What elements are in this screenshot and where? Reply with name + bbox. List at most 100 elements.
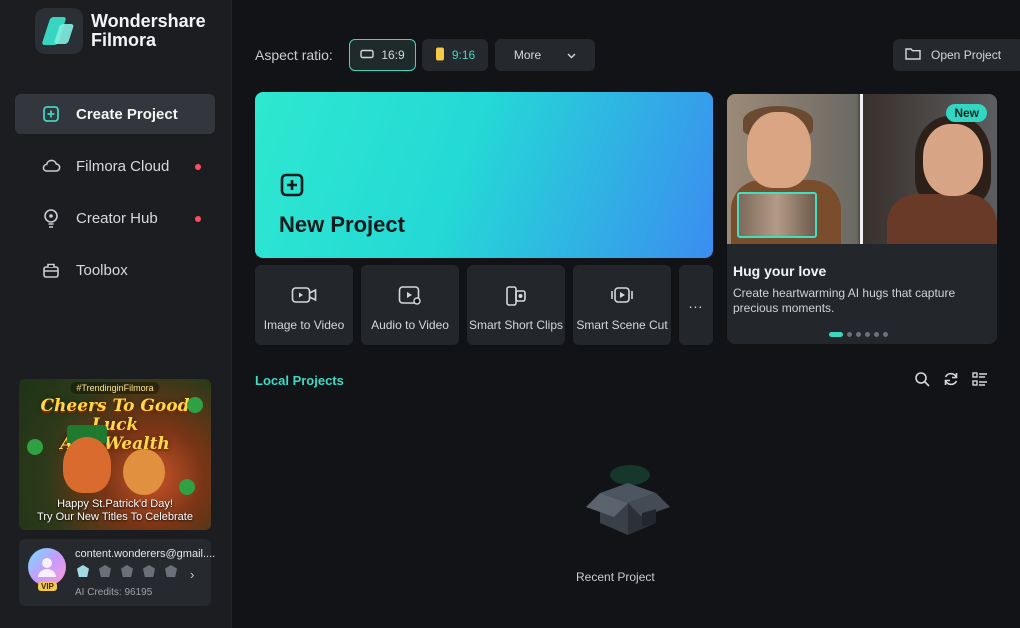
promo-person-illustration: [887, 194, 997, 244]
banner-tag: #TrendinginFilmora: [70, 382, 160, 394]
sidebar-item-toolbox[interactable]: Toolbox: [15, 250, 215, 290]
open-project-label: Open Project: [931, 48, 1002, 62]
plus-square-icon: [280, 173, 304, 202]
local-projects-title: Local Projects: [255, 373, 344, 388]
carousel-dot[interactable]: [865, 332, 870, 337]
tool-audio-to-video[interactable]: Audio to Video: [361, 265, 459, 345]
new-badge: New: [946, 104, 987, 122]
banner-subtitle: Happy St.Patrick'd Day! Try Our New Titl…: [19, 498, 211, 524]
promo-thumbnail-strip: [737, 192, 817, 238]
app-title-line2: Filmora: [91, 30, 157, 50]
badge-icon: [121, 565, 133, 577]
clover-icon: [179, 479, 195, 495]
banner-headline: Cheers To Good Luck And Wealth: [19, 397, 211, 454]
sidebar-item-label: Create Project: [76, 105, 178, 123]
banner-headline-line1: Cheers To Good Luck: [40, 396, 190, 435]
more-dots-icon: ...: [688, 295, 704, 311]
filmora-logo-icon: [35, 8, 83, 54]
tool-label: Smart Short Clips: [468, 318, 564, 332]
badge-icon: [143, 565, 155, 577]
tool-smart-scene-cut[interactable]: Smart Scene Cut: [573, 265, 671, 345]
open-project-button[interactable]: Open Project: [893, 39, 1020, 71]
badge-icon: [99, 565, 111, 577]
leprechaun-illustration: [63, 437, 111, 493]
folder-icon: [905, 47, 921, 63]
sidebar: Wondershare Filmora Create Project Filmo…: [0, 0, 232, 628]
aspect-16-9-button[interactable]: 16:9: [349, 39, 416, 71]
toolbox-icon: [41, 260, 61, 280]
empty-box-icon: [582, 455, 672, 545]
local-projects-toolbar: [914, 371, 1001, 387]
clover-icon: [187, 397, 203, 413]
avatar: [28, 548, 66, 586]
aspect-9-16-button[interactable]: 9:16: [422, 39, 488, 71]
image-to-video-icon: [291, 285, 317, 310]
cloud-icon: [41, 156, 61, 176]
account-card[interactable]: VIP content.wonderers@gmail.... › AI Cre…: [19, 539, 215, 606]
user-icon: [38, 558, 56, 577]
sidebar-item-creator-hub[interactable]: Creator Hub: [15, 198, 215, 238]
aspect-9-16-label: 9:16: [451, 48, 476, 62]
leprechaun-illustration: [123, 449, 165, 495]
tool-label: Image to Video: [263, 318, 345, 332]
membership-badges: [77, 565, 187, 577]
promo-person-illustration: [923, 124, 983, 196]
portrait-icon: [435, 47, 445, 64]
empty-state-label: Recent Project: [576, 570, 655, 584]
aspect-16-9-label: 16:9: [381, 48, 405, 62]
search-icon[interactable]: [914, 371, 930, 387]
landscape-icon: [360, 48, 375, 62]
list-view-icon[interactable]: [972, 371, 988, 387]
app-title-line1: Wondershare: [91, 11, 206, 31]
promo-card-hug-your-love[interactable]: New Hug your love Create heartwarming AI…: [727, 94, 997, 344]
carousel-dot[interactable]: [847, 332, 852, 337]
carousel-indicator: [829, 332, 892, 337]
badge-icon: [77, 565, 89, 577]
tool-smart-short-clips[interactable]: Smart Short Clips: [467, 265, 565, 345]
sidebar-item-label: Filmora Cloud: [76, 157, 170, 175]
promo-person-illustration: [747, 112, 811, 188]
new-project-button[interactable]: New Project: [255, 92, 713, 258]
app-title: Wondershare Filmora: [91, 12, 206, 50]
audio-to-video-icon: [398, 285, 422, 310]
carousel-dot[interactable]: [883, 332, 888, 337]
account-email: content.wonderers@gmail....: [75, 548, 216, 560]
banner-subtitle-line1: Happy St.Patrick'd Day!: [57, 498, 173, 510]
carousel-dot[interactable]: [829, 332, 843, 337]
tool-label: Smart Scene Cut: [576, 318, 668, 332]
sidebar-nav: Create Project Filmora Cloud Creator Hub…: [15, 94, 215, 302]
aspect-more-dropdown[interactable]: More: [495, 39, 595, 71]
smart-scene-cut-icon: [610, 285, 634, 310]
tool-label: Audio to Video: [371, 318, 449, 332]
more-dropdown-label: More: [513, 48, 542, 62]
new-project-label: New Project: [279, 212, 405, 237]
sidebar-item-create-project[interactable]: Create Project: [15, 94, 215, 134]
carousel-dot[interactable]: [874, 332, 879, 337]
main-content: Aspect ratio: 16:9 9:16 More Open Projec…: [232, 0, 1020, 628]
sidebar-item-filmora-cloud[interactable]: Filmora Cloud: [15, 146, 215, 186]
bulb-icon: [41, 208, 61, 228]
promo-title: Hug your love: [733, 263, 827, 279]
clover-icon: [27, 439, 43, 455]
plus-square-icon: [41, 104, 61, 124]
vip-badge: VIP: [38, 582, 57, 591]
promo-description: Create heartwarming AI hugs that capture…: [733, 286, 956, 314]
carousel-dot[interactable]: [856, 332, 861, 337]
banner-headline-line2: And Wealth: [60, 434, 170, 454]
ai-credits: AI Credits: 96195: [75, 587, 153, 598]
more-tools-button[interactable]: ...: [679, 265, 713, 345]
smart-short-clips-icon: [504, 285, 528, 312]
badge-icon: [165, 565, 177, 577]
refresh-icon[interactable]: [943, 371, 959, 387]
banner-subtitle-line2: Try Our New Titles To Celebrate: [37, 511, 193, 523]
notification-dot: [195, 216, 201, 222]
chevron-right-icon[interactable]: ›: [190, 567, 194, 582]
aspect-ratio-label: Aspect ratio:: [255, 47, 333, 63]
promo-banner-st-patricks[interactable]: #TrendinginFilmora Cheers To Good Luck A…: [19, 379, 211, 530]
chevron-down-icon: [567, 48, 576, 62]
notification-dot: [195, 164, 201, 170]
tool-image-to-video[interactable]: Image to Video: [255, 265, 353, 345]
sidebar-item-label: Creator Hub: [76, 209, 158, 227]
app-logo: Wondershare Filmora: [35, 8, 206, 54]
promo-divider: [860, 94, 863, 244]
